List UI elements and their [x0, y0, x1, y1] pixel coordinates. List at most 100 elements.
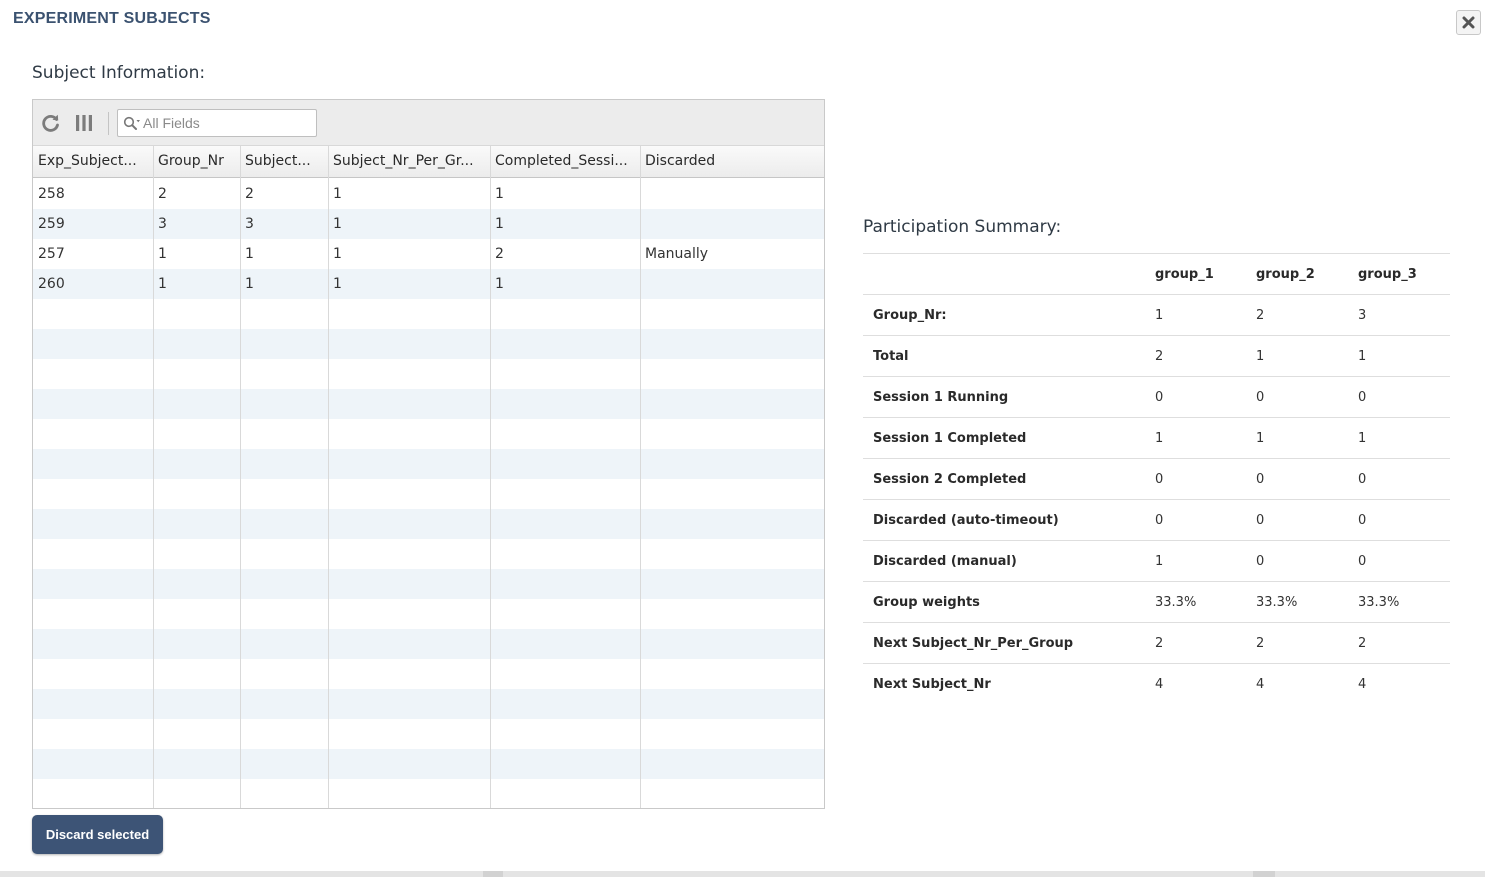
search-input[interactable]: [143, 114, 313, 132]
subject-information-title: Subject Information:: [32, 63, 206, 83]
summary-row-label: Next Subject_Nr_Per_Group: [873, 636, 1074, 651]
cell-completed-sessions: 1: [495, 186, 504, 202]
cell-subject: 3: [245, 216, 254, 232]
summary-row: Session 1 Completed 1 1 1: [863, 418, 1450, 459]
summary-value: 0: [1155, 513, 1164, 528]
column-header-group-nr[interactable]: Group_Nr: [153, 146, 240, 177]
summary-value: 2: [1256, 636, 1265, 651]
columns-icon: [76, 115, 92, 131]
empty-row: [33, 329, 824, 359]
summary-value: 33.3%: [1256, 595, 1298, 610]
close-icon: [1462, 16, 1475, 29]
summary-header-group-2: group_2: [1256, 267, 1315, 282]
cell-group-nr: 2: [158, 186, 167, 202]
summary-row: Session 1 Running 0 0 0: [863, 377, 1450, 418]
horizontal-scrollbar[interactable]: [0, 871, 1485, 877]
column-divider: [240, 146, 241, 808]
summary-row-label: Session 1 Running: [873, 390, 1009, 405]
summary-row: Next Subject_Nr 4 4 4: [863, 664, 1450, 705]
column-header-subject-nr-per-group[interactable]: Subject_Nr_Per_Gr...: [328, 146, 490, 177]
refresh-button[interactable]: [41, 113, 61, 133]
discard-selected-button[interactable]: Discard selected: [32, 815, 163, 854]
cell-discarded: Manually: [645, 246, 709, 262]
summary-row-label: Discarded (auto-timeout): [873, 513, 1059, 528]
summary-value: 1: [1358, 431, 1367, 446]
column-header-exp-subject[interactable]: Exp_Subject...: [33, 146, 153, 177]
summary-value: 0: [1155, 472, 1164, 487]
empty-row: [33, 389, 824, 419]
cell-subject: 1: [245, 246, 254, 262]
close-button[interactable]: [1456, 10, 1481, 35]
refresh-icon: [42, 114, 59, 132]
summary-value: 33.3%: [1358, 595, 1400, 610]
summary-value: 0: [1358, 554, 1367, 569]
summary-row: Total 2 1 1: [863, 336, 1450, 377]
summary-value: 0: [1256, 472, 1265, 487]
summary-row-label: Session 2 Completed: [873, 472, 1027, 487]
modal-title: EXPERIMENT SUBJECTS: [13, 10, 211, 27]
grid-header: Exp_Subject... Group_Nr Subject... Subje…: [33, 146, 824, 178]
column-header-discarded[interactable]: Discarded: [640, 146, 824, 177]
summary-row: Discarded (manual) 1 0 0: [863, 541, 1450, 582]
search-icon: [123, 116, 140, 130]
cell-discarded: [640, 269, 824, 299]
cell-exp-subject: 260: [38, 276, 65, 292]
empty-row: [33, 449, 824, 479]
summary-value: 1: [1155, 554, 1164, 569]
summary-value: 2: [1358, 636, 1367, 651]
cell-discarded: [640, 209, 824, 239]
summary-value: 0: [1256, 513, 1265, 528]
empty-row: [33, 689, 824, 719]
cell-group-nr: 1: [158, 276, 167, 292]
summary-value: 2: [1256, 308, 1265, 323]
cell-subject-nr-per-group: 1: [333, 186, 342, 202]
scrollbar-segment: [1253, 871, 1275, 877]
grid-toolbar: [33, 100, 824, 146]
summary-header-row: group_1 group_2 group_3: [863, 254, 1450, 295]
summary-value: 1: [1155, 431, 1164, 446]
subjects-grid: Exp_Subject... Group_Nr Subject... Subje…: [32, 99, 825, 809]
summary-value: 0: [1358, 472, 1367, 487]
cell-exp-subject: 258: [38, 186, 65, 202]
summary-row-label: Total: [873, 349, 909, 364]
cell-exp-subject: 259: [38, 216, 65, 232]
participation-summary-title: Participation Summary:: [863, 217, 1062, 237]
column-header-subject[interactable]: Subject...: [240, 146, 328, 177]
column-divider: [328, 146, 329, 808]
cell-completed-sessions: 1: [495, 216, 504, 232]
summary-row: Session 2 Completed 0 0 0: [863, 459, 1450, 500]
cell-subject-nr-per-group: 1: [333, 216, 342, 232]
empty-row: [33, 749, 824, 779]
search-field[interactable]: [117, 109, 317, 137]
grid-body: 258 2 2 1 1 259 3 3 1 1 257 1 1 1 2 Manu…: [33, 179, 824, 808]
scrollbar-segment: [483, 871, 503, 877]
summary-row: Group_Nr: 1 2 3: [863, 295, 1450, 336]
cell-subject-nr-per-group: 1: [333, 246, 342, 262]
column-header-completed-sessions[interactable]: Completed_Sessi...: [490, 146, 640, 177]
column-divider: [640, 146, 641, 808]
cell-discarded: [640, 179, 824, 209]
summary-header-group-1: group_1: [1155, 267, 1214, 282]
empty-row: [33, 569, 824, 599]
summary-value: 3: [1358, 308, 1367, 323]
summary-value: 33.3%: [1155, 595, 1197, 610]
columns-button[interactable]: [74, 113, 94, 133]
summary-value: 0: [1256, 554, 1265, 569]
empty-row: [33, 509, 824, 539]
summary-value: 0: [1256, 390, 1265, 405]
summary-row-label: Group_Nr:: [873, 308, 947, 323]
cell-group-nr: 3: [158, 216, 167, 232]
summary-row-label: Session 1 Completed: [873, 431, 1027, 446]
summary-value: 0: [1358, 513, 1367, 528]
cell-subject: 2: [245, 186, 254, 202]
column-divider: [153, 146, 154, 808]
cell-completed-sessions: 1: [495, 276, 504, 292]
summary-value: 1: [1256, 349, 1265, 364]
summary-row-label: Discarded (manual): [873, 554, 1017, 569]
summary-row-label: Next Subject_Nr: [873, 677, 991, 692]
summary-value: 1: [1358, 349, 1367, 364]
cell-exp-subject: 257: [38, 246, 65, 262]
summary-header-group-3: group_3: [1358, 267, 1417, 282]
participation-summary-table: group_1 group_2 group_3 Group_Nr: 1 2 3 …: [863, 253, 1450, 705]
summary-value: 4: [1358, 677, 1367, 692]
